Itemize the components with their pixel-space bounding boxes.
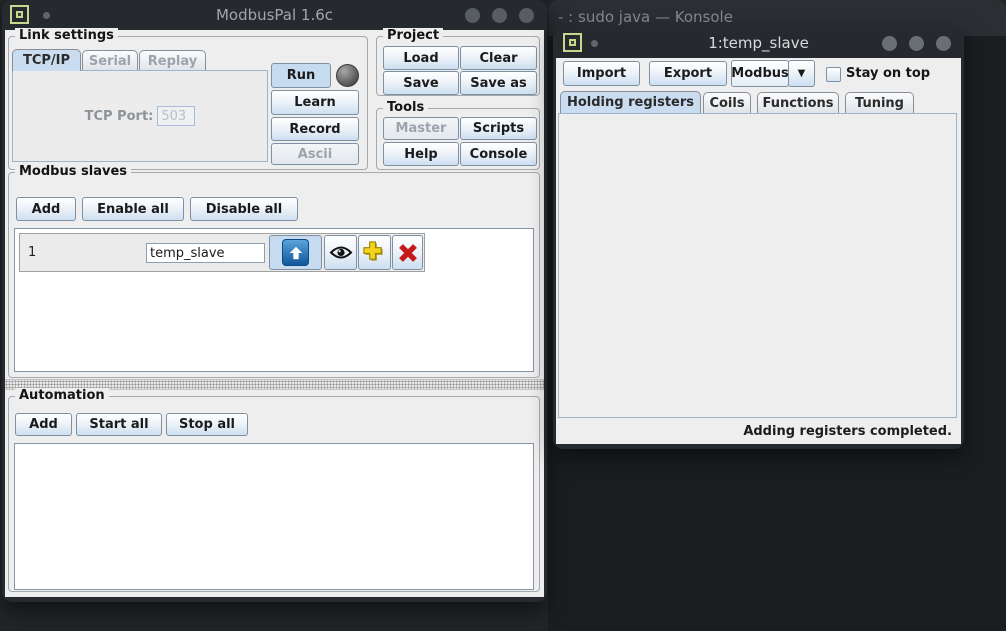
run-button[interactable]: Run [271,63,331,88]
close-button[interactable] [519,8,534,23]
slave-duplicate-button[interactable] [358,235,391,270]
plus-icon [363,241,386,264]
eye-icon [329,245,353,260]
slave-delete-button[interactable] [392,235,423,270]
slave-name-input[interactable] [146,243,265,263]
help-button[interactable]: Help [383,142,459,166]
stay-on-top-label: Stay on top [846,66,930,81]
maximize-button[interactable] [909,36,924,51]
maximize-button[interactable] [492,8,507,23]
slave-list-area: 1 [14,228,534,372]
ascii-button: Ascii [271,143,359,165]
tab-functions[interactable]: Functions [757,92,839,113]
tab-replay[interactable]: Replay [139,50,206,71]
automation-list-area [14,443,534,590]
chevron-down-icon: ▼ [798,68,806,79]
modbuspal-titlebar[interactable]: ModbusPal 1.6c [2,0,547,30]
enable-all-button[interactable]: Enable all [82,197,184,221]
mode-combobox[interactable]: Modbus [731,60,789,87]
automation-title: Automation [15,388,109,403]
run-led-indicator [336,64,359,87]
stay-on-top-checkbox[interactable] [826,67,841,82]
console-button[interactable]: Console [460,142,537,166]
close-button[interactable] [936,36,951,51]
learn-button[interactable]: Learn [271,90,359,115]
slave-view-button[interactable] [324,235,357,270]
start-all-button[interactable]: Start all [76,413,162,436]
tab-tuning[interactable]: Tuning [845,92,914,113]
modbuspal-window: ModbusPal 1.6c Link settings TCP/IP Seri… [2,0,547,602]
automation-add-button[interactable]: Add [15,413,72,436]
slave-window: 1:temp_slave Import Export Modbus ▼ Stay… [553,28,964,449]
tools-title: Tools [383,100,428,115]
slave-enable-toggle[interactable] [269,235,322,270]
slave-add-button[interactable]: Add [16,197,76,221]
project-title: Project [383,28,443,43]
up-arrow-icon [282,239,309,266]
minimize-button[interactable] [465,8,480,23]
slave-row: 1 [19,233,425,272]
import-button[interactable]: Import [563,61,640,86]
slave-titlebar[interactable]: 1:temp_slave [553,28,964,58]
tcp-port-label: TCP Port: [85,109,154,124]
konsole-title: - : sudo java — Konsole [558,8,733,26]
delete-x-icon [397,242,419,264]
modbuspal-content: Link settings TCP/IP Serial Replay TCP P… [5,30,544,597]
scripts-button[interactable]: Scripts [460,117,537,140]
save-button[interactable]: Save [383,71,459,95]
holding-registers-panel [558,113,957,418]
tab-tcpip[interactable]: TCP/IP [12,49,81,71]
stop-all-button[interactable]: Stop all [166,413,248,436]
status-message: Adding registers completed. [743,424,952,439]
link-settings-title: Link settings [15,28,118,43]
slave-id: 1 [28,245,36,260]
load-button[interactable]: Load [383,46,459,70]
clear-button[interactable]: Clear [460,46,537,70]
record-button[interactable]: Record [271,117,359,141]
mode-combobox-arrow-button[interactable]: ▼ [788,60,815,87]
tcp-port-input[interactable] [157,106,195,126]
minimize-button[interactable] [882,36,897,51]
export-button[interactable]: Export [649,61,727,86]
tab-coils[interactable]: Coils [703,92,751,113]
modbus-slaves-title: Modbus slaves [15,164,131,179]
disable-all-button[interactable]: Disable all [190,197,298,221]
tab-holding-registers[interactable]: Holding registers [560,91,701,113]
tcpip-panel: TCP Port: [12,70,268,162]
save-as-button[interactable]: Save as [460,71,537,95]
tab-serial[interactable]: Serial [82,50,138,71]
master-button: Master [383,117,459,140]
